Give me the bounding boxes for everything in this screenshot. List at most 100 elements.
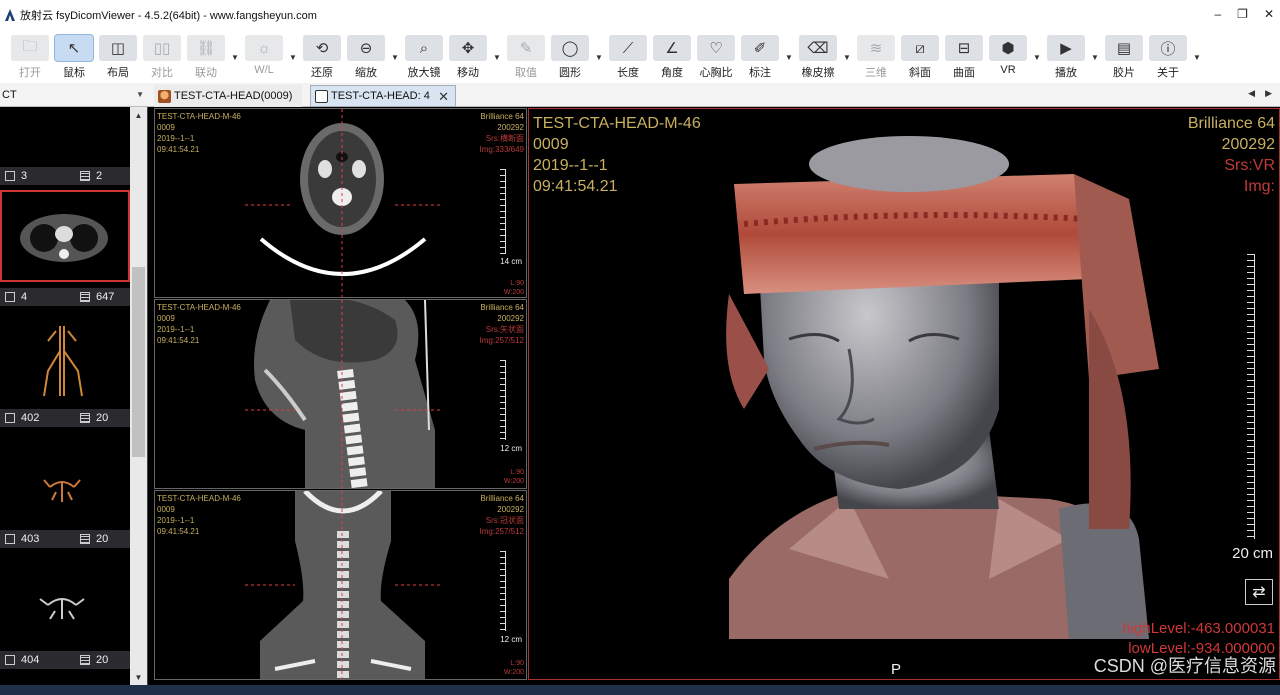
tool-dropdown-caret-icon[interactable]: ▼ bbox=[592, 32, 606, 82]
viewport-coronal[interactable]: TEST-CTA-HEAD-M-46 0009 2019--1--1 09:41:54… bbox=[154, 490, 527, 680]
title-bar: 放射云 fsyDicomViewer - 4.5.2(64bit) - www.… bbox=[0, 0, 1280, 30]
tool-pipette-button[interactable]: ✎ 取值 bbox=[504, 32, 548, 82]
scale-ruler bbox=[500, 360, 506, 440]
series-thumbnail-402[interactable] bbox=[0, 311, 130, 403]
tool-dropdown-caret-icon[interactable]: ▼ bbox=[490, 32, 504, 82]
tool-curved-button[interactable]: ⊟ 曲面 bbox=[942, 32, 986, 82]
tool-zoom-button[interactable]: ⊖ 缩放 bbox=[344, 32, 388, 82]
series-row: 4 647 bbox=[0, 288, 130, 306]
viewport-volume-render[interactable]: TEST-CTA-HEAD-M-46 0009 2019--1--1 09:41:54… bbox=[528, 108, 1280, 680]
tool-reset-button[interactable]: ⟲ 还原 bbox=[300, 32, 344, 82]
layout-icon: ◫ bbox=[99, 35, 137, 61]
tool-label: 取值 bbox=[515, 67, 537, 79]
close-window-button[interactable]: ✕ bbox=[1264, 7, 1274, 21]
tool-label: 鼠标 bbox=[63, 67, 85, 79]
tool-layers-button[interactable]: ≋ 三维 bbox=[854, 32, 898, 82]
tool-label: 圆形 bbox=[559, 67, 581, 79]
series-thumbnail-403[interactable] bbox=[0, 432, 130, 528]
tool-folder-button[interactable]: 🗀 打开 bbox=[8, 32, 52, 82]
circle-of-willis-thumbnail bbox=[43, 479, 81, 502]
chevron-down-icon: ▼ bbox=[136, 90, 144, 99]
orientation-label: P bbox=[891, 661, 902, 678]
eraser-icon: ⌫ bbox=[799, 35, 837, 61]
tool-heart-button[interactable]: ♡ 心胸比 bbox=[694, 32, 738, 82]
tabs-bar: CT ▼ TEST-CTA-HEAD(0009) TEST-CTA-HEAD: … bbox=[0, 83, 1280, 107]
zoom-icon: ⊖ bbox=[347, 35, 385, 61]
swap-orientation-icon[interactable]: ⇄ bbox=[1245, 579, 1273, 605]
minimize-button[interactable]: ‒ bbox=[1214, 7, 1221, 21]
image-count-icon bbox=[80, 171, 90, 181]
move-icon: ✥ bbox=[449, 35, 487, 61]
tool-label: W/L bbox=[254, 64, 274, 76]
ellipse-icon: ◯ bbox=[551, 35, 589, 61]
modality-select[interactable]: CT ▼ bbox=[0, 83, 148, 107]
scroll-up-icon[interactable]: ▲ bbox=[130, 107, 147, 123]
axial-chest-thumbnail bbox=[20, 214, 108, 262]
tool-label: 标注 bbox=[749, 67, 771, 79]
image-count-icon bbox=[80, 413, 90, 423]
image-count-icon bbox=[80, 655, 90, 665]
tool-dropdown-caret-icon[interactable]: ▼ bbox=[782, 32, 796, 82]
tool-dropdown-caret-icon[interactable]: ▼ bbox=[840, 32, 854, 82]
tool-dropdown-caret-icon[interactable]: ▼ bbox=[286, 32, 300, 82]
scale-ruler bbox=[500, 551, 506, 631]
tool-layout-button[interactable]: ◫ 布局 bbox=[96, 32, 140, 82]
tab-series-4[interactable]: TEST-CTA-HEAD: 4 ✕ bbox=[310, 85, 456, 107]
tab-label: TEST-CTA-HEAD: 4 bbox=[331, 90, 430, 102]
scroll-down-icon[interactable]: ▼ bbox=[130, 669, 147, 685]
series-number: 404 bbox=[21, 654, 40, 666]
tool-label: 布局 bbox=[107, 67, 129, 79]
tab-series-0009[interactable]: TEST-CTA-HEAD(0009) bbox=[154, 85, 302, 107]
patient-info-overlay: TEST-CTA-HEAD-M-46 0009 2019--1--1 09:41:54… bbox=[157, 303, 241, 345]
tool-angle-button[interactable]: ∠ 角度 bbox=[650, 32, 694, 82]
window-level-overlay: L:90 W:200 bbox=[503, 280, 524, 296]
tool-link-button[interactable]: ⛓ 联动 bbox=[184, 32, 228, 82]
tool-ruler-button[interactable]: ⟋ 长度 bbox=[606, 32, 650, 82]
info-icon: ⓘ bbox=[1149, 35, 1187, 61]
tool-dropdown-caret-icon[interactable]: ▼ bbox=[228, 32, 242, 82]
tool-cursor-button[interactable]: ↖ 鼠标 bbox=[52, 32, 96, 82]
tool-dropdown-caret-icon[interactable]: ▼ bbox=[1190, 32, 1204, 82]
link-icon: ⛓ bbox=[187, 35, 225, 61]
tool-info-button[interactable]: ⓘ 关于 bbox=[1146, 32, 1190, 82]
scale-label: 14 cm bbox=[500, 257, 522, 266]
maximize-button[interactable]: ❐ bbox=[1237, 7, 1248, 21]
series-thumbnail-404[interactable] bbox=[0, 553, 130, 649]
tool-dropdown-caret-icon[interactable]: ▼ bbox=[1088, 32, 1102, 82]
series-info-overlay: Brilliance 64 200292 Srs:冠状面 Img:257/512 bbox=[479, 494, 524, 536]
tool-brightness-button[interactable]: ☼ W/L bbox=[242, 32, 286, 82]
magnifier-icon: ⌕ bbox=[405, 35, 443, 61]
pipette-icon: ✎ bbox=[507, 35, 545, 61]
vessel-thumbnail bbox=[39, 598, 85, 620]
tool-cube-button[interactable]: ⬢ VR bbox=[986, 32, 1030, 82]
viewport-sagittal[interactable]: TEST-CTA-HEAD-M-46 0009 2019--1--1 09:41:54… bbox=[154, 299, 527, 489]
tab-scroll-left-icon[interactable]: ◀ bbox=[1248, 88, 1255, 99]
tool-oblique-button[interactable]: ⧄ 斜面 bbox=[898, 32, 942, 82]
tool-label: 移动 bbox=[457, 67, 479, 79]
tool-play-button[interactable]: ▶ 播放 bbox=[1044, 32, 1088, 82]
tool-ellipse-button[interactable]: ◯ 圆形 bbox=[548, 32, 592, 82]
tool-pen-button[interactable]: ✐ 标注 bbox=[738, 32, 782, 82]
tool-dropdown-caret-icon[interactable]: ▼ bbox=[388, 32, 402, 82]
series-thumbnail-4[interactable] bbox=[0, 190, 130, 282]
viewport-axial[interactable]: TEST-CTA-HEAD-M-46 0009 2019--1--1 09:41:54… bbox=[154, 108, 527, 298]
close-tab-icon[interactable]: ✕ bbox=[438, 89, 449, 105]
tool-magnifier-button[interactable]: ⌕ 放大镜 bbox=[402, 32, 446, 82]
patient-info-overlay: TEST-CTA-HEAD-M-46 0009 2019--1--1 09:41:54… bbox=[533, 115, 701, 195]
curved-icon: ⊟ bbox=[945, 35, 983, 61]
tool-eraser-button[interactable]: ⌫ 橡皮擦 bbox=[796, 32, 840, 82]
tool-label: VR bbox=[1000, 64, 1016, 76]
tool-compare-button[interactable]: ▯▯ 对比 bbox=[140, 32, 184, 82]
series-thumbnail-3[interactable] bbox=[0, 107, 130, 167]
play-icon: ▶ bbox=[1047, 35, 1085, 61]
cube-icon: ⬢ bbox=[989, 35, 1027, 61]
tool-label: 长度 bbox=[617, 67, 639, 79]
series-scrollbar[interactable]: ▲ ▼ bbox=[130, 107, 147, 685]
scrollbar-thumb[interactable] bbox=[132, 267, 145, 457]
tool-dropdown-caret-icon[interactable]: ▼ bbox=[1030, 32, 1044, 82]
tool-move-button[interactable]: ✥ 移动 bbox=[446, 32, 490, 82]
scale-label: 20 cm bbox=[1232, 545, 1273, 562]
tab-scroll-right-icon[interactable]: ▶ bbox=[1265, 88, 1272, 99]
tool-label: 关于 bbox=[1157, 67, 1179, 79]
tool-film-button[interactable]: ▤ 胶片 bbox=[1102, 32, 1146, 82]
